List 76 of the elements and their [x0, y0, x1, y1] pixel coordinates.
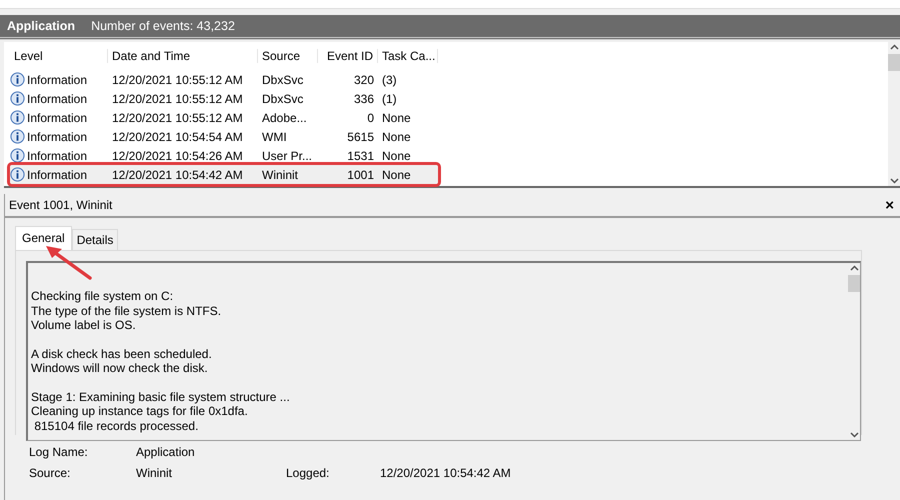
column-header[interactable]: Source: [258, 49, 318, 63]
table-cell: Information: [27, 72, 88, 86]
message-line: Checking file system on C:: [31, 289, 174, 304]
table-cell: Information: [27, 92, 88, 106]
table-cell-text: 12/20/2021 10:55:12 AM: [111, 110, 244, 124]
table-cell-text: Wininit: [261, 168, 300, 182]
column-header[interactable]: Date and Time: [108, 49, 258, 63]
info-icon: [10, 110, 25, 125]
info-icon: [10, 91, 25, 106]
field-label: Log Name:: [29, 445, 89, 459]
scrollbar[interactable]: [888, 42, 900, 186]
table-cell-text: Adobe...: [261, 110, 308, 124]
scrollbar-thumb[interactable]: [888, 54, 900, 71]
message-line: Cleaning up instance tags for file 0x1dfa.: [31, 404, 249, 418]
table-cell: Information: [27, 130, 88, 144]
scroll-down-icon[interactable]: [850, 432, 858, 438]
table-cell: Information: [27, 148, 88, 162]
scroll-up-icon[interactable]: [850, 265, 858, 271]
info-icon: [10, 72, 25, 87]
table-cell: Information: [27, 168, 88, 182]
info-icon: [10, 129, 25, 144]
event-row[interactable]: Information 12/20/2021 10:55:12 AM Adobe... 0 None: [10, 108, 438, 127]
table-cell-text: 336: [352, 92, 375, 106]
table-cell-text: (1): [381, 92, 398, 106]
table-cell-text: 5615: [346, 130, 375, 144]
scrollbar[interactable]: [848, 263, 860, 440]
field-label: Source:: [29, 466, 72, 480]
column-header[interactable]: Level: [10, 49, 108, 63]
table-cell-text: 12/20/2021 10:54:54 AM: [111, 130, 244, 144]
field-value: 12/20/2021 10:54:42 AM: [380, 466, 512, 480]
message-line: 815104 file records processed.: [33, 418, 200, 433]
table-cell-text: DbxSvc: [261, 92, 304, 106]
message-line: Stage 1: Examining basic file system structure ...: [31, 390, 291, 404]
table-cell-text: None: [381, 168, 412, 182]
table-cell-text: 12/20/2021 10:54:42 AM: [111, 168, 244, 182]
info-icon: [10, 148, 25, 163]
table-cell: Information: [27, 110, 88, 124]
table-cell-text: 0: [366, 110, 375, 124]
event-count: Number of events: 43,232: [91, 19, 235, 33]
table-cell-text: None: [381, 130, 412, 144]
tab[interactable]: General: [15, 226, 72, 250]
tab[interactable]: Details: [72, 229, 118, 250]
event-row[interactable]: Information 12/20/2021 10:54:26 AM User Pr... 1531 None: [10, 146, 438, 165]
table-cell-text: 12/20/2021 10:54:26 AM: [111, 148, 244, 162]
annotation-arrow: [44, 244, 94, 282]
table-cell-text: DbxSvc: [261, 72, 304, 86]
message-line: Windows will now check the disk.: [31, 361, 209, 376]
log-title: Application: [7, 19, 76, 33]
message-line: Volume label is OS.: [31, 318, 137, 332]
table-cell-text: 1001: [346, 168, 375, 182]
table-cell-text: 12/20/2021 10:55:12 AM: [111, 92, 244, 106]
table-cell-text: User Pr...: [261, 148, 314, 162]
table-cell-text: None: [381, 148, 412, 162]
info-icon: [10, 167, 25, 182]
column-header[interactable]: Task Ca...: [378, 49, 438, 63]
field-label: Logged:: [286, 466, 330, 480]
table-cell-text: WMI: [261, 130, 288, 144]
event-row[interactable]: Information 12/20/2021 10:55:12 AM DbxSvc 320 (3): [10, 70, 438, 89]
table-cell-text: 12/20/2021 10:55:12 AM: [111, 72, 244, 86]
message-line: A disk check has been scheduled.: [31, 346, 213, 361]
event-row[interactable]: Information 12/20/2021 10:55:12 AM DbxSvc 336 (1): [10, 89, 438, 108]
table-cell-text: 320: [352, 72, 375, 86]
table-cell-text: (3): [381, 72, 398, 86]
close-button[interactable]: ×: [885, 198, 894, 212]
column-header[interactable]: Event ID: [318, 49, 378, 63]
scroll-up-icon[interactable]: [890, 44, 898, 50]
table-cell-text: 1531: [346, 148, 375, 162]
message-line: The type of the file system is NTFS.: [31, 304, 222, 318]
table-cell-text: None: [381, 110, 412, 124]
scroll-down-icon[interactable]: [890, 178, 898, 184]
field-value: Wininit: [136, 466, 174, 480]
scrollbar-thumb[interactable]: [848, 275, 860, 292]
event-title: Event 1001, Wininit: [9, 198, 112, 212]
event-row[interactable]: Information 12/20/2021 10:54:54 AM WMI 5615 None: [10, 127, 438, 146]
field-value: Application: [136, 445, 196, 459]
highlighted-event-row[interactable]: Information 12/20/2021 10:54:42 AM Wininit 1001 None: [10, 165, 438, 184]
